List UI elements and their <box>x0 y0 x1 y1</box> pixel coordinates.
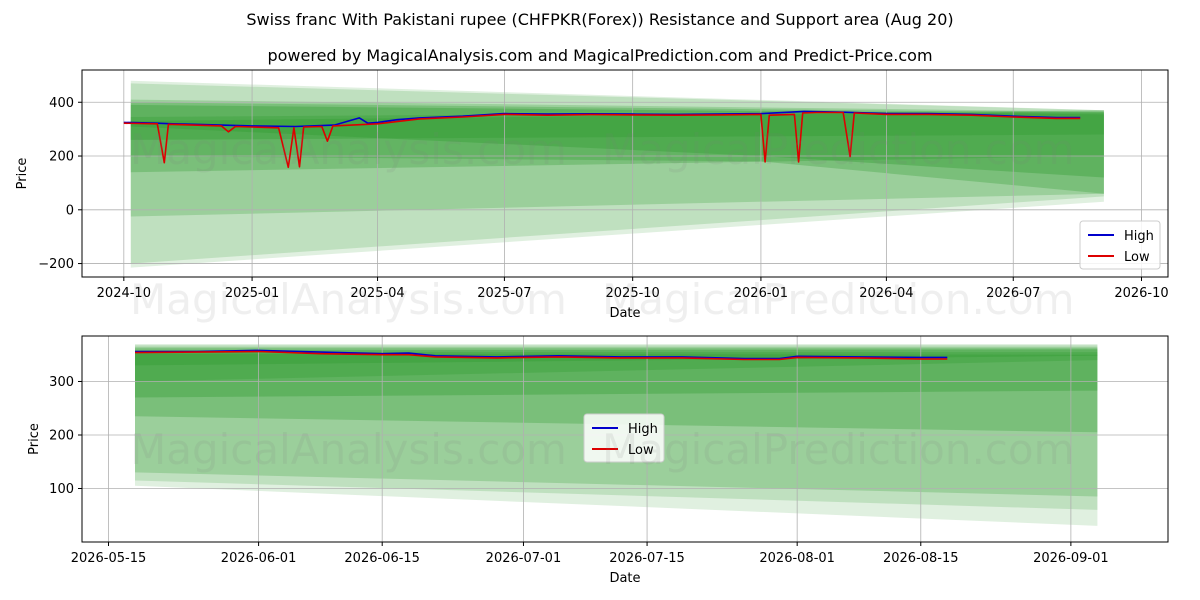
watermark-prediction-bottom: MagicalPrediction.com <box>602 425 1075 474</box>
y-axis-label: Price <box>15 158 30 190</box>
x-tick-label: 2026-07-15 <box>609 551 685 566</box>
x-tick-label: 2026-06-15 <box>344 551 420 566</box>
x-tick-label: 2026-08-15 <box>883 551 959 566</box>
x-tick-label: 2026-09-01 <box>1033 551 1109 566</box>
legend-label-low: Low <box>1124 250 1150 265</box>
y-tick-label: 400 <box>49 96 74 111</box>
y-tick-label: −200 <box>38 257 74 272</box>
x-tick-label: 2026-10 <box>1114 286 1168 301</box>
legend-label-high: High <box>1124 229 1154 244</box>
x-tick-label: 2026-06-01 <box>221 551 297 566</box>
x-tick-label: 2026-08-01 <box>759 551 835 566</box>
x-tick-label: 2026-07-01 <box>486 551 562 566</box>
watermark-prediction-top: MagicalPrediction.com <box>602 125 1075 174</box>
watermark-analysis-mid: MagicalAnalysis.com <box>130 275 567 324</box>
watermark-analysis-bottom: MagicalAnalysis.com <box>130 425 567 474</box>
y-tick-label: 300 <box>49 375 74 390</box>
y-tick-label: 200 <box>49 150 74 165</box>
watermark-prediction-mid: MagicalPrediction.com <box>602 275 1075 324</box>
y-tick-label: 200 <box>49 428 74 443</box>
y-tick-label: 100 <box>49 482 74 497</box>
y-axis-label: Price <box>27 423 42 455</box>
x-tick-label: 2026-05-15 <box>71 551 147 566</box>
y-tick-label: 0 <box>66 203 74 218</box>
legend: High Low <box>1079 220 1161 270</box>
watermark-analysis-top: MagicalAnalysis.com <box>130 125 567 174</box>
x-axis-label: Date <box>609 571 640 586</box>
